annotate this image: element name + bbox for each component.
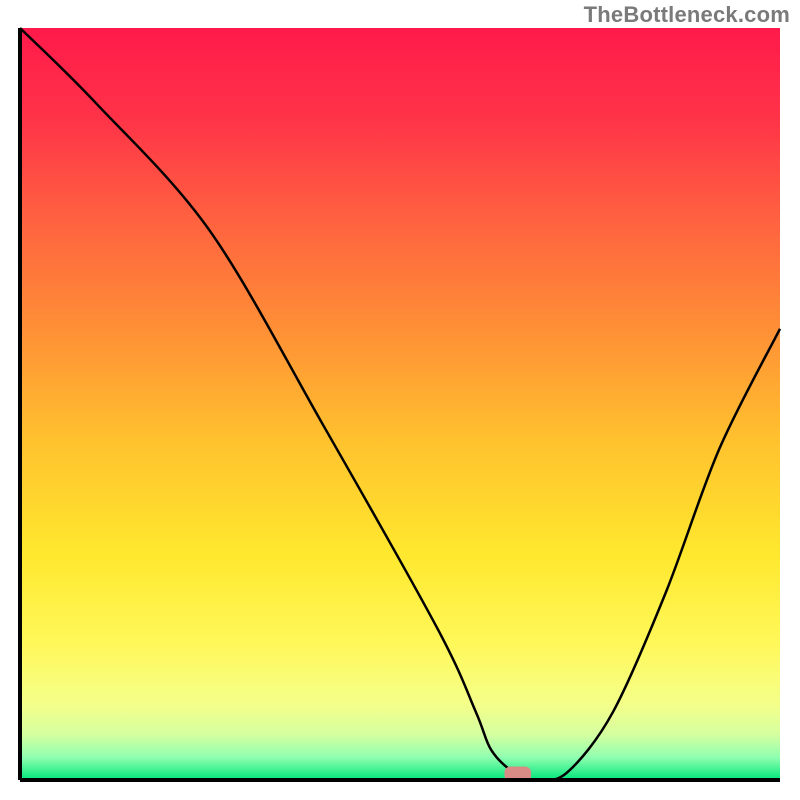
watermark-text: TheBottleneck.com	[584, 2, 790, 28]
bottleneck-chart	[0, 0, 800, 800]
